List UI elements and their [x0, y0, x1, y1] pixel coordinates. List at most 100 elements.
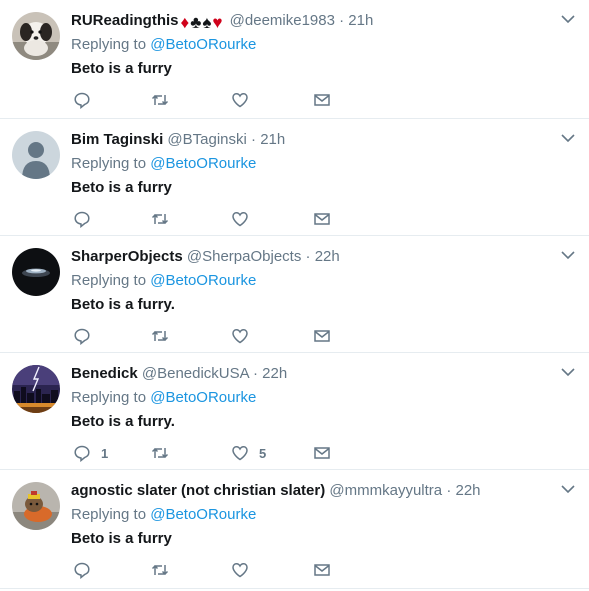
- tweet-text: Beto is a furry.: [71, 413, 175, 430]
- direct-message-button[interactable]: [313, 559, 331, 581]
- separator-dot: ·: [253, 365, 258, 382]
- timestamp[interactable]: 22h: [455, 482, 480, 499]
- costumed-dog-avatar[interactable]: [12, 482, 60, 530]
- retweet-icon: [151, 330, 169, 342]
- display-name[interactable]: agnostic slater (not christian slater): [71, 482, 325, 499]
- dog-photo-avatar[interactable]: [12, 12, 60, 60]
- tweet[interactable]: Benedick @BenedickUSA · 22h Replying to …: [0, 353, 589, 470]
- diamond-suit: ♦: [180, 13, 190, 32]
- like-button[interactable]: [231, 89, 259, 111]
- default-profile-avatar[interactable]: [12, 131, 60, 179]
- chevron-down-icon[interactable]: [561, 250, 575, 260]
- mention-link[interactable]: @BetoORourke: [150, 155, 256, 172]
- spade-suit: ♠: [202, 13, 212, 32]
- chevron-down-icon[interactable]: [561, 133, 575, 143]
- username[interactable]: @deemike1983: [230, 12, 335, 29]
- heart-icon: [232, 93, 248, 108]
- tweet-text: Beto is a furry.: [71, 296, 175, 313]
- chevron-down-icon[interactable]: [561, 367, 575, 377]
- retweet-button[interactable]: [151, 559, 169, 581]
- separator-dot: ·: [305, 248, 311, 265]
- like-button[interactable]: 5: [231, 442, 266, 464]
- reply-icon: [74, 445, 90, 462]
- heart-icon: [232, 329, 248, 344]
- mention-link[interactable]: @BetoORourke: [150, 36, 256, 53]
- reply-icon: [74, 211, 90, 228]
- reply-icon: [74, 328, 90, 345]
- replying-to: Replying to @BetoORourke: [71, 35, 256, 55]
- reply-button[interactable]: [73, 559, 101, 581]
- retweet-icon: [151, 447, 169, 459]
- retweet-icon: [151, 564, 169, 576]
- like-button[interactable]: [231, 559, 259, 581]
- display-name[interactable]: Bim Taginski: [71, 131, 163, 148]
- reply-icon: [74, 562, 90, 579]
- retweet-button[interactable]: [151, 325, 169, 347]
- tweet[interactable]: Bim Taginski @BTaginski · 21h Replying t…: [0, 119, 589, 236]
- reply-button[interactable]: 1: [73, 442, 108, 464]
- separator-dot: ·: [446, 482, 452, 499]
- timestamp[interactable]: 22h: [315, 248, 340, 265]
- reply-button[interactable]: [73, 89, 101, 111]
- timestamp[interactable]: 21h: [348, 12, 373, 29]
- name-emoji: ♦♣♠♥: [181, 13, 224, 34]
- reply-button[interactable]: [73, 325, 101, 347]
- direct-message-button[interactable]: [313, 325, 331, 347]
- display-name[interactable]: Benedick: [71, 365, 138, 382]
- envelope-icon: [314, 213, 330, 225]
- like-button[interactable]: [231, 208, 259, 230]
- envelope-icon: [314, 564, 330, 576]
- username[interactable]: @BTaginski: [167, 131, 246, 148]
- username[interactable]: @SherpaObjects: [187, 248, 301, 265]
- retweet-icon: [151, 213, 169, 225]
- username[interactable]: @BenedickUSA: [142, 365, 249, 382]
- mention-link[interactable]: @BetoORourke: [150, 506, 256, 523]
- tweet[interactable]: agnostic slater (not christian slater) @…: [0, 470, 589, 589]
- replying-to: Replying to @BetoORourke: [71, 154, 256, 174]
- heart-icon: [232, 212, 248, 227]
- replying-to-label: Replying to: [71, 506, 147, 523]
- like-button[interactable]: [231, 325, 259, 347]
- tweet-actions: [71, 89, 371, 111]
- separator-dot: ·: [339, 12, 345, 29]
- display-name[interactable]: RUReadingthis: [71, 12, 179, 29]
- display-name[interactable]: SharperObjects: [71, 248, 183, 265]
- chevron-down-icon[interactable]: [561, 14, 575, 24]
- replying-to: Replying to @BetoORourke: [71, 505, 256, 525]
- tweet-actions: [71, 325, 371, 347]
- mention-link[interactable]: @BetoORourke: [150, 389, 256, 406]
- replying-to-label: Replying to: [71, 155, 147, 172]
- tweet-feed: RUReadingthis ♦♣♠♥ @deemike1983 · 21h Rep…: [0, 0, 589, 591]
- direct-message-button[interactable]: [313, 89, 331, 111]
- city-lightning-avatar[interactable]: [12, 365, 60, 413]
- replying-to-label: Replying to: [71, 389, 147, 406]
- timestamp[interactable]: 21h: [260, 131, 285, 148]
- heart-icon: [232, 563, 248, 578]
- retweet-button[interactable]: [151, 442, 169, 464]
- club-suit: ♣: [190, 13, 202, 32]
- like-count: 5: [259, 445, 267, 461]
- envelope-icon: [314, 447, 330, 459]
- envelope-icon: [314, 94, 330, 106]
- username[interactable]: @mmmkayyultra: [329, 482, 442, 499]
- reply-button[interactable]: [73, 208, 101, 230]
- direct-message-button[interactable]: [313, 442, 331, 464]
- heart-icon: [232, 446, 248, 461]
- tweet-header: RUReadingthis ♦♣♠♥ @deemike1983 · 21h: [71, 11, 549, 34]
- tweet-header: Benedick @BenedickUSA · 22h: [71, 364, 549, 384]
- direct-message-button[interactable]: [313, 208, 331, 230]
- tweet-actions: [71, 559, 371, 581]
- replying-to-label: Replying to: [71, 36, 147, 53]
- retweet-button[interactable]: [151, 89, 169, 111]
- tweet[interactable]: SharperObjects @SherpaObjects · 22h Repl…: [0, 236, 589, 353]
- timestamp[interactable]: 22h: [262, 365, 287, 382]
- reply-icon: [74, 92, 90, 109]
- tweet[interactable]: RUReadingthis ♦♣♠♥ @deemike1983 · 21h Rep…: [0, 0, 589, 119]
- mention-link[interactable]: @BetoORourke: [150, 272, 256, 289]
- retweet-button[interactable]: [151, 208, 169, 230]
- tweet-text: Beto is a furry: [71, 530, 172, 547]
- dark-object-avatar[interactable]: [12, 248, 60, 296]
- separator-dot: ·: [251, 131, 257, 148]
- reply-count: 1: [101, 445, 109, 461]
- chevron-down-icon[interactable]: [561, 484, 575, 494]
